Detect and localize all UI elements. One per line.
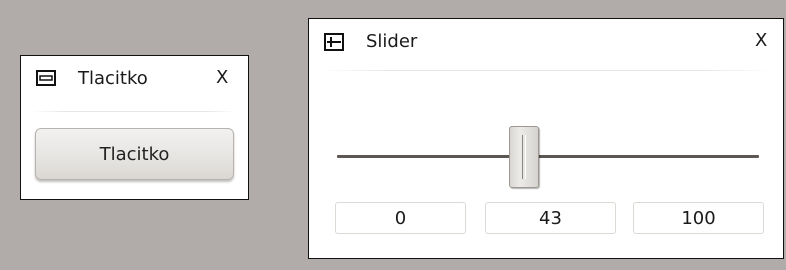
slider-titlebar[interactable]: Slider X xyxy=(309,19,783,71)
slider-grip xyxy=(522,135,527,179)
slider-value-field: 43 xyxy=(485,202,616,234)
title-separator xyxy=(33,111,236,112)
slider-track[interactable] xyxy=(337,155,759,158)
title-separator xyxy=(321,70,771,71)
tlacitko-window: Tlacitko X Tlacitko xyxy=(20,55,249,200)
button-icon xyxy=(36,70,56,88)
tlacitko-titlebar[interactable]: Tlacitko X xyxy=(21,56,248,114)
slider-window: Slider X 0 43 100 xyxy=(308,18,784,259)
slider-max-field: 100 xyxy=(633,202,764,234)
tlacitko-title: Tlacitko xyxy=(78,68,148,89)
slider-icon xyxy=(324,33,344,51)
slider-title: Slider xyxy=(366,31,418,52)
tlacitko-close-button[interactable]: X xyxy=(216,67,228,88)
slider-close-button[interactable]: X xyxy=(755,30,767,51)
tlacitko-button[interactable]: Tlacitko xyxy=(35,128,234,180)
slider-handle[interactable] xyxy=(509,126,540,188)
slider-min-field: 0 xyxy=(335,202,466,234)
